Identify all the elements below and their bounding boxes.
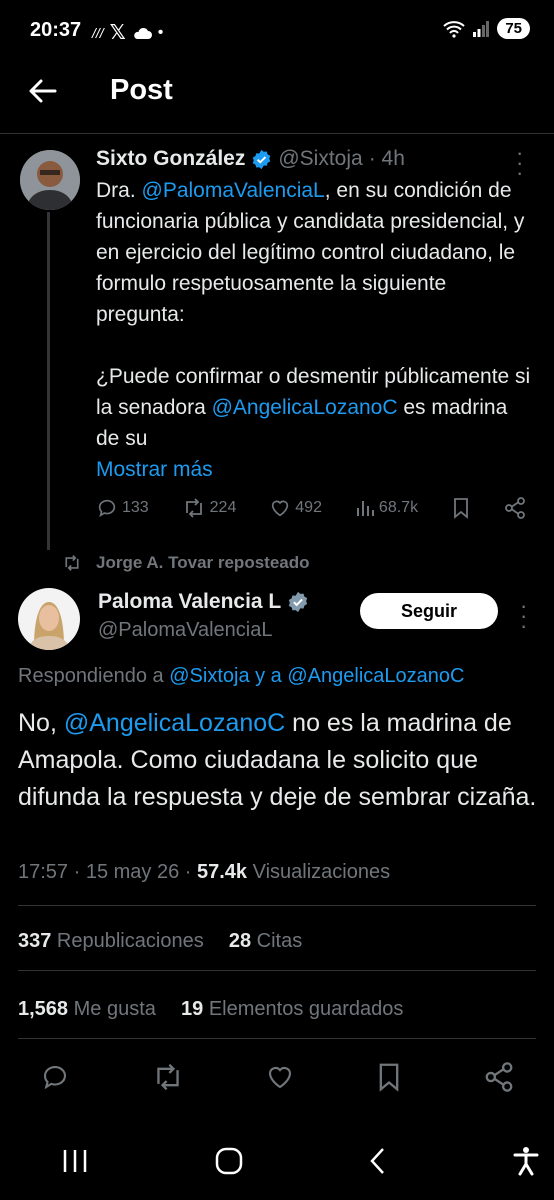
mention-link[interactable]: @AngelicaLozanoC — [64, 709, 285, 737]
cell-signal-icon — [473, 20, 490, 37]
post-time: · 4h — [368, 147, 405, 170]
divider — [0, 133, 554, 134]
author-name[interactable]: Sixto González — [96, 147, 245, 171]
likes-stat[interactable]: 1,568 Me gusta — [18, 998, 156, 1020]
reposts-quotes-stats: 337 Republicaciones 28 Citas — [18, 930, 302, 953]
share-icon[interactable] — [484, 1062, 514, 1092]
avatar-sixto[interactable] — [20, 150, 80, 210]
replying-to: Respondiendo a @Sixtoja y a @AngelicaLoz… — [18, 665, 465, 687]
follow-button[interactable]: Seguir — [360, 593, 498, 629]
avatar-paloma[interactable] — [18, 588, 80, 650]
mention-link[interactable]: @AngelicaLozanoC — [212, 396, 398, 419]
recent-apps-icon[interactable] — [60, 1147, 90, 1175]
mention-link[interactable]: @PalomaValenciaL — [142, 179, 325, 202]
author-handle[interactable]: @PalomaValenciaL — [98, 619, 272, 642]
reply-button[interactable]: 133 — [96, 497, 149, 519]
like-button[interactable]: 492 — [269, 497, 322, 519]
heart-icon — [272, 500, 289, 517]
system-nav-bar — [60, 1146, 554, 1176]
main-post-actions — [0, 1062, 554, 1092]
dot-icon: • — [157, 23, 164, 41]
reply-icon[interactable] — [40, 1062, 70, 1092]
back-arrow-icon[interactable] — [28, 76, 58, 106]
status-time: 20:37 — [30, 19, 82, 41]
post-actions: 133 224 492 68.7k — [96, 497, 526, 519]
views-count: 57.4k — [196, 861, 248, 883]
bookmark-icon[interactable] — [375, 1062, 403, 1092]
more-options-icon[interactable]: · · · — [516, 142, 523, 184]
divider — [18, 1038, 536, 1039]
reply-icon — [98, 499, 116, 518]
battery-indicator: 75 — [497, 18, 530, 39]
post-timestamp: 17:57 · 15 may 26 · 57.4k Visualizacione… — [18, 861, 391, 883]
signal-lines-icon: /// — [92, 24, 104, 41]
author-handle[interactable]: @Sixtoja — [278, 147, 362, 171]
divider — [18, 905, 536, 906]
more-options-icon[interactable]: · · · — [520, 595, 527, 637]
divider — [18, 970, 536, 971]
accessibility-icon[interactable] — [512, 1146, 540, 1176]
repost-icon[interactable] — [151, 1062, 185, 1092]
cloud-icon — [133, 27, 152, 39]
author-name[interactable]: Paloma Valencia L — [98, 590, 281, 614]
quotes-stat[interactable]: 28 Citas — [229, 930, 302, 952]
heart-icon[interactable] — [265, 1062, 295, 1092]
views-chart-icon — [356, 501, 374, 516]
page-title: Post — [110, 74, 173, 106]
x-logo-icon: 𝕏 — [109, 22, 126, 44]
reposts-stat[interactable]: 337 Republicaciones — [18, 930, 204, 952]
share-icon[interactable] — [504, 497, 526, 519]
bookmarks-stat[interactable]: 19 Elementos guardados — [181, 998, 403, 1020]
back-nav-icon[interactable] — [368, 1146, 388, 1176]
views-button[interactable]: 68.7k — [355, 498, 418, 518]
verified-badge-icon — [289, 591, 308, 613]
post-text: Dra. @PalomaValenciaL, en su condición d… — [96, 175, 536, 485]
repost-icon — [185, 498, 202, 518]
home-icon[interactable] — [214, 1146, 244, 1176]
replying-to-links[interactable]: @Sixtoja y a @AngelicaLozanoC — [169, 665, 464, 687]
post-header: Sixto González @Sixtoja · 4h — [96, 147, 405, 171]
repost-icon — [65, 555, 79, 571]
verified-badge-icon — [253, 149, 271, 169]
main-post-header: Paloma Valencia L — [98, 590, 309, 614]
wifi-icon — [443, 20, 465, 38]
repost-context[interactable]: Jorge A. Tovar reposteado — [62, 553, 310, 573]
repost-button[interactable]: 224 — [182, 497, 236, 519]
likes-bookmarks-stats: 1,568 Me gusta 19 Elementos guardados — [18, 998, 403, 1021]
main-post-text: No, @AngelicaLozanoC no es la madrina de… — [18, 709, 537, 811]
thread-line — [47, 212, 50, 550]
bookmark-icon[interactable] — [451, 497, 471, 519]
show-more-link[interactable]: Mostrar más — [96, 454, 536, 485]
